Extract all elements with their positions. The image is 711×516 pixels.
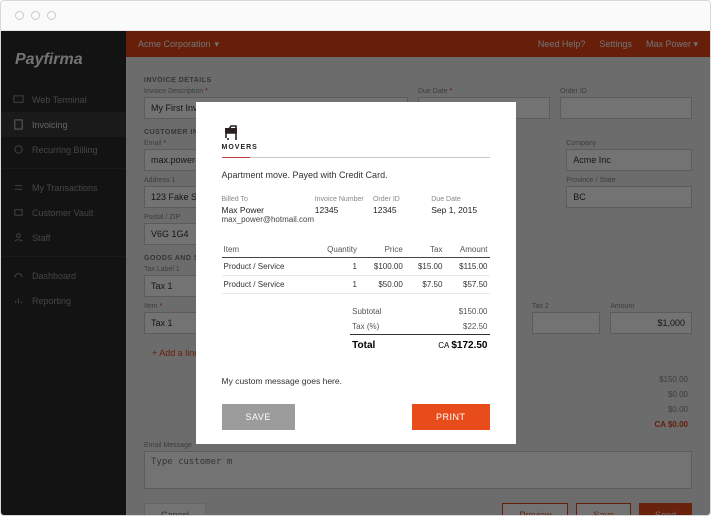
cell-tax: $15.00 — [405, 258, 445, 276]
order-id-value: 12345 — [373, 205, 431, 215]
invoice-summary: Subtotal $150.00 Tax (%) $22.50 Total CA$17… — [350, 304, 489, 354]
tax-label: Tax (%) — [352, 322, 379, 331]
invoice-number-value: 12345 — [315, 205, 373, 215]
app-window: Payfirma Web Terminal Invoicing Recurrin… — [0, 0, 711, 516]
billed-to-name: Max Power — [222, 205, 315, 215]
company-logo-name: MOVERS — [222, 144, 490, 151]
subtotal-label: Subtotal — [352, 307, 381, 316]
order-id-label: Order ID — [373, 196, 431, 203]
table-row: Product / Service 1 $100.00 $15.00 $115.… — [222, 258, 490, 276]
cell-amount: $115.00 — [444, 258, 489, 276]
cell-item: Product / Service — [222, 276, 312, 294]
billed-to-email: max_power@hotmail.com — [222, 215, 315, 224]
due-date-label: Due Date — [431, 196, 489, 203]
window-dot[interactable] — [31, 11, 40, 20]
window-dot[interactable] — [47, 11, 56, 20]
modal-print-button[interactable]: PRINT — [412, 404, 490, 430]
custom-message: My custom message goes here. — [222, 376, 490, 386]
cell-qty: 1 — [312, 258, 359, 276]
movers-logo-icon — [222, 122, 242, 140]
due-date-value: Sep 1, 2015 — [431, 205, 489, 215]
cell-qty: 1 — [312, 276, 359, 294]
table-row: Product / Service 1 $50.00 $7.50 $57.50 — [222, 276, 490, 294]
cell-item: Product / Service — [222, 258, 312, 276]
tax-value: $22.50 — [463, 322, 487, 331]
col-qty: Quantity — [312, 242, 359, 258]
subtotal-value: $150.00 — [459, 307, 488, 316]
cell-tax: $7.50 — [405, 276, 445, 294]
invoice-number-label: Invoice Number — [315, 196, 373, 203]
window-dot[interactable] — [15, 11, 24, 20]
invoice-description: Apartment move. Payed with Credit Card. — [222, 170, 490, 180]
total-label: Total — [352, 340, 375, 351]
window-titlebar — [1, 1, 710, 31]
invoice-preview-modal: MOVERS Apartment move. Payed with Credit… — [196, 102, 516, 444]
col-item: Item — [222, 242, 312, 258]
line-items-table: Item Quantity Price Tax Amount Product /… — [222, 242, 490, 294]
cell-amount: $57.50 — [444, 276, 489, 294]
cell-price: $50.00 — [359, 276, 405, 294]
billed-to-label: Billed To — [222, 196, 315, 203]
col-price: Price — [359, 242, 405, 258]
modal-overlay[interactable]: MOVERS Apartment move. Payed with Credit… — [1, 31, 710, 515]
divider — [222, 157, 490, 158]
total-value: CA$172.50 — [438, 340, 487, 351]
modal-save-button[interactable]: SAVE — [222, 404, 295, 430]
cell-price: $100.00 — [359, 258, 405, 276]
col-amount: Amount — [444, 242, 489, 258]
col-tax: Tax — [405, 242, 445, 258]
